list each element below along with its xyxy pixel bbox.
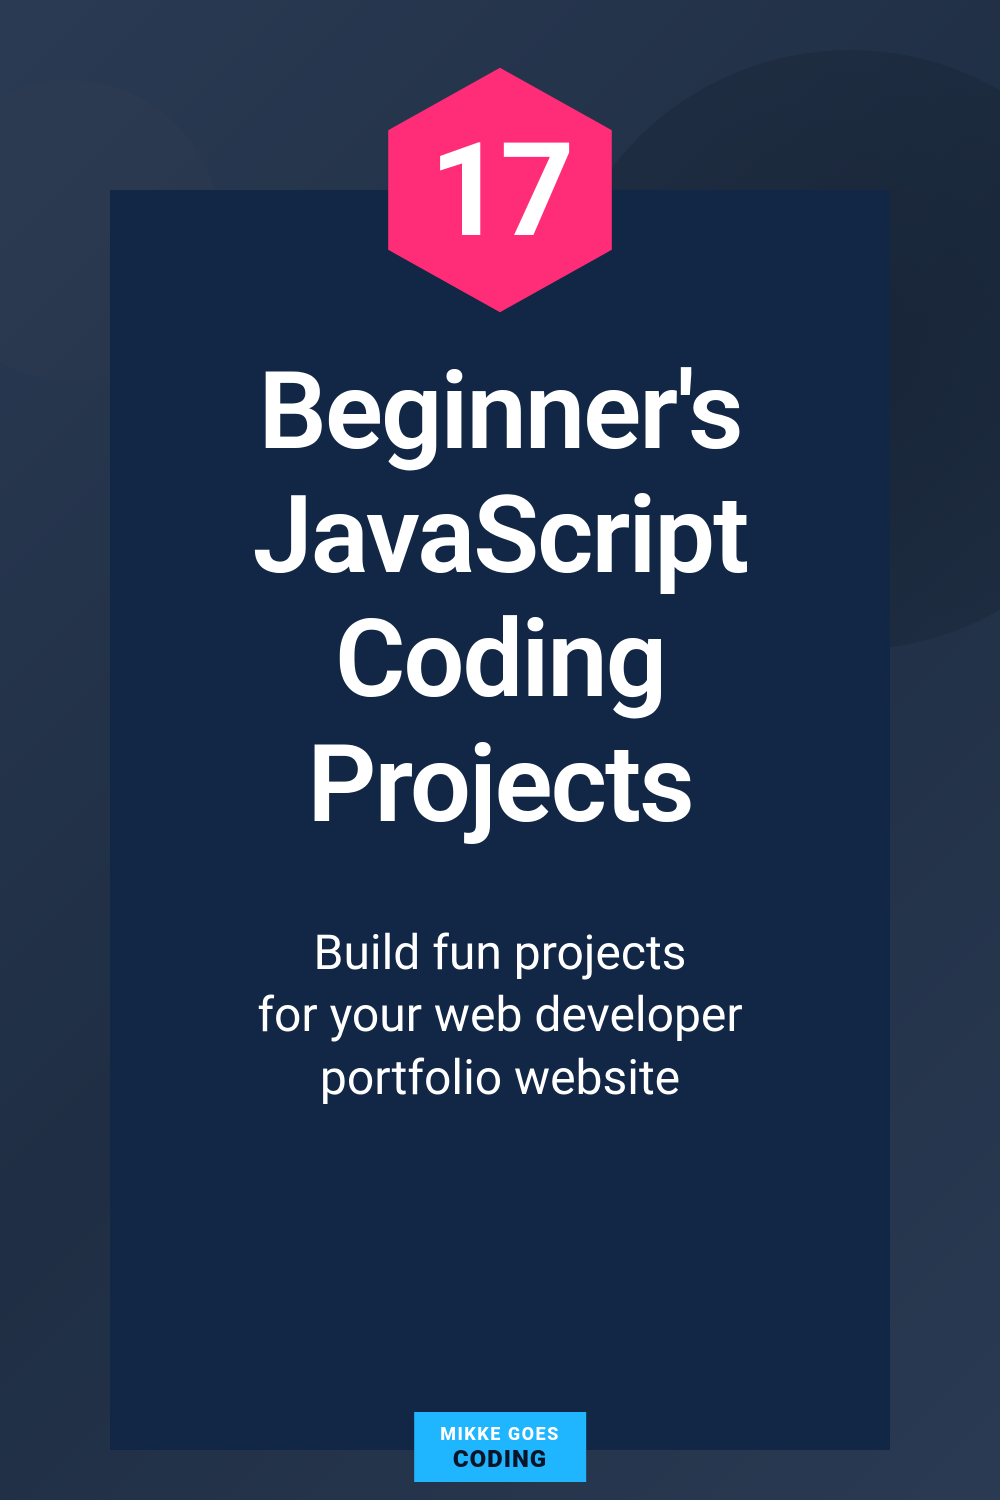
logo-line-1: MIKKE GOES (440, 1426, 560, 1444)
hexagon-number: 17 (429, 114, 570, 267)
hexagon-badge: 17 (370, 60, 630, 320)
logo-badge: MIKKE GOES CODING (414, 1412, 586, 1482)
content-card: Beginner'sJavaScriptCodingProjects Build… (110, 190, 890, 1450)
main-title: Beginner'sJavaScriptCodingProjects (253, 350, 748, 847)
logo-line-2: CODING (453, 1446, 547, 1472)
subtitle: Build fun projectsfor your web developer… (257, 922, 742, 1109)
